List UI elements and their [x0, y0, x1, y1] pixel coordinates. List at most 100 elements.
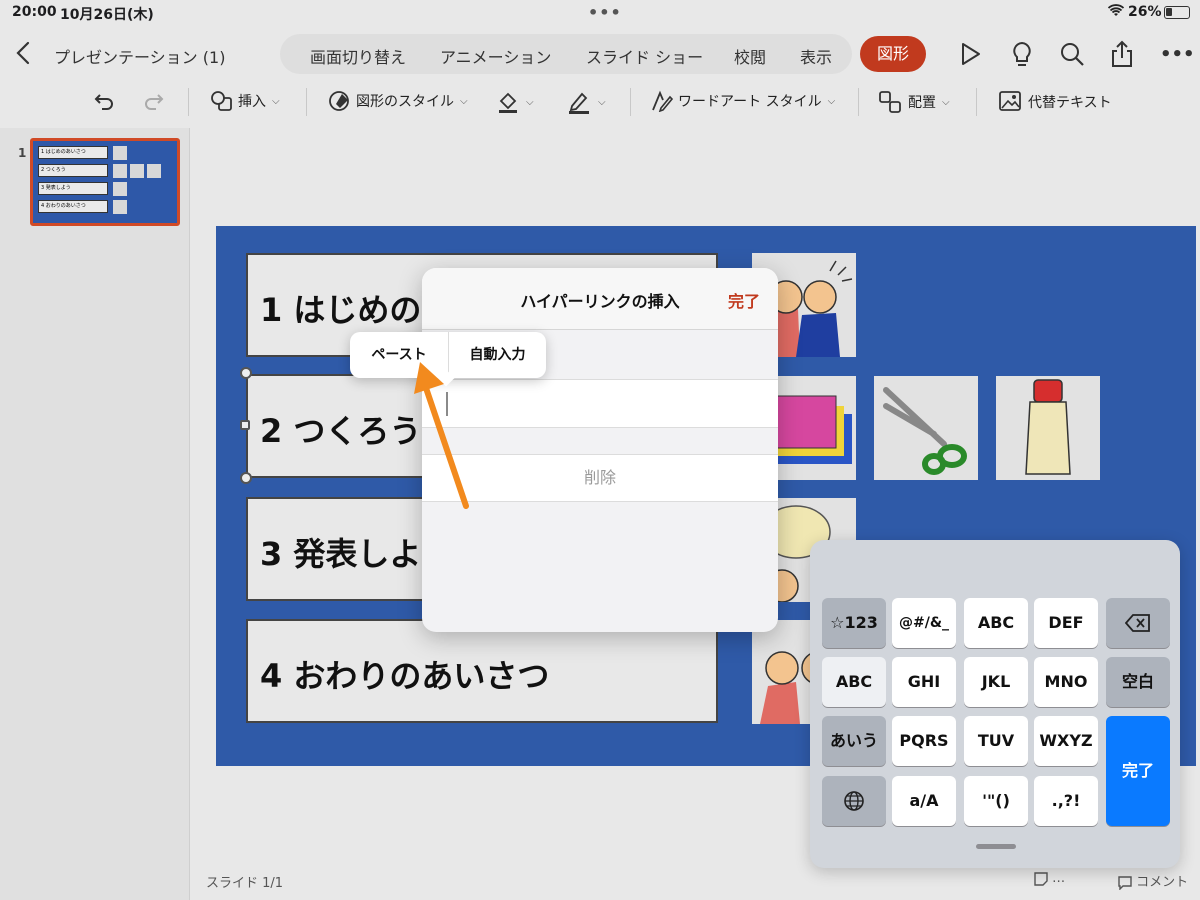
paint-bucket-icon	[499, 92, 517, 113]
wordart-icon	[652, 90, 674, 112]
key-jkl[interactable]: JKL	[964, 657, 1028, 707]
insert-label: 挿入	[238, 94, 266, 110]
key-kana-mode[interactable]: あいう	[822, 716, 886, 766]
thumb-item: 1 はじめのあいさつ	[38, 146, 108, 159]
agenda-item-text: 2 つくろう	[260, 412, 422, 450]
ribbon-separator	[188, 88, 189, 116]
slide-thumbnail[interactable]: 1 はじめのあいさつ 2 つくろう 3 発表しよう 4 おわりのあいさつ	[30, 138, 180, 226]
notes-icon	[1034, 871, 1048, 886]
shape-style-icon	[329, 91, 349, 111]
agenda-item-4[interactable]: 4 おわりのあいさつ	[246, 619, 718, 723]
key-backspace[interactable]	[1106, 598, 1170, 648]
battery-icon	[1164, 6, 1190, 19]
agenda-item-text: 1 はじめの	[260, 291, 422, 329]
arrange-label: 配置	[908, 95, 936, 111]
key-abc-mode[interactable]: ABC	[822, 657, 886, 707]
arrange-button[interactable]: 配置 ⌵	[878, 90, 950, 114]
tab-slideshow[interactable]: スライド ショー	[586, 44, 703, 68]
dialog-title: ハイパーリンクの挿入	[520, 292, 680, 311]
annotation-arrow-icon	[414, 362, 469, 509]
selection-handle[interactable]	[240, 420, 250, 430]
multitask-dots-icon[interactable]: •••	[588, 3, 622, 22]
document-title[interactable]: プレゼンテーション (1)	[54, 44, 225, 68]
search-icon[interactable]	[1058, 40, 1086, 68]
key-case[interactable]: a/A	[892, 776, 956, 826]
dialog-done-button[interactable]: 完了	[728, 288, 760, 312]
status-bar: 20:00 10月26日(木) ••• 26%	[0, 0, 1200, 26]
tab-view[interactable]: 表示	[800, 44, 832, 68]
key-abc-1[interactable]: ABC	[964, 598, 1028, 648]
notes-label: …	[1052, 871, 1066, 886]
status-time: 20:00	[12, 4, 57, 20]
play-icon[interactable]	[956, 40, 984, 68]
thumb-picture	[113, 200, 127, 214]
key-punctuation[interactable]: .,?!	[1034, 776, 1098, 826]
shape-style-label: 図形のスタイル	[356, 94, 454, 110]
selection-handle[interactable]	[240, 367, 252, 379]
shape-style-button[interactable]: 図形のスタイル ⌵	[328, 90, 468, 112]
key-globe[interactable]	[822, 776, 886, 826]
battery-percent: 26%	[1128, 4, 1162, 20]
more-icon[interactable]: •••	[1160, 44, 1195, 72]
line-button[interactable]: ⌵	[566, 90, 606, 114]
scissors-picture[interactable]	[874, 376, 978, 480]
ribbon-separator	[306, 88, 307, 116]
wordart-style-button[interactable]: ワードアート スタイル ⌵	[650, 90, 835, 112]
insert-shape-icon	[211, 91, 232, 111]
dialog-header: ハイパーリンクの挿入 完了	[422, 268, 778, 330]
slide-thumbnail-pane: 1 1 はじめのあいさつ 2 つくろう 3 発表しよう 4 おわりのあいさつ	[0, 128, 190, 900]
key-space[interactable]: 空白	[1106, 657, 1170, 707]
key-symbols[interactable]: ☆123	[822, 598, 886, 648]
tab-review[interactable]: 校閲	[734, 44, 766, 68]
slide-count: スライド 1/1	[206, 876, 284, 891]
wifi-icon	[1108, 4, 1124, 16]
glue-picture[interactable]	[996, 376, 1100, 480]
undo-icon[interactable]	[92, 90, 116, 114]
fill-button[interactable]: ⌵	[496, 90, 534, 114]
status-date: 10月26日(木)	[60, 7, 154, 23]
thumb-item: 4 おわりのあいさつ	[38, 200, 108, 213]
alt-text-label: 代替テキスト	[1028, 95, 1112, 111]
comment-label: コメント	[1136, 875, 1189, 890]
lightbulb-icon[interactable]	[1008, 40, 1036, 68]
key-def[interactable]: DEF	[1034, 598, 1098, 648]
agenda-item-text: 3 発表しよ	[260, 535, 422, 573]
alt-text-button[interactable]: 代替テキスト	[998, 90, 1112, 114]
pen-line-icon	[569, 92, 589, 114]
thumb-item: 3 発表しよう	[38, 182, 108, 195]
share-icon[interactable]	[1108, 40, 1136, 68]
redo-icon[interactable]	[142, 90, 166, 114]
comment-button[interactable]: コメント	[1118, 871, 1189, 891]
key-ghi[interactable]: GHI	[892, 657, 956, 707]
thumb-picture	[147, 164, 161, 178]
key-pqrs[interactable]: PQRS	[892, 716, 956, 766]
title-tab-row: プレゼンテーション (1) 画面切り替え アニメーション スライド ショー 校閲…	[0, 30, 1200, 78]
key-done[interactable]: 完了	[1106, 716, 1170, 826]
agenda-item-text: 4 おわりのあいさつ	[260, 657, 550, 695]
floating-keyboard: ☆123 @#/&_ ABC DEF ABC GHI JKL MNO 空白 あい…	[810, 540, 1180, 868]
backspace-icon	[1124, 614, 1150, 632]
key-quotes[interactable]: '"()	[964, 776, 1028, 826]
thumb-picture	[113, 146, 127, 160]
key-wxyz[interactable]: WXYZ	[1034, 716, 1098, 766]
ribbon-separator	[976, 88, 977, 116]
alt-text-icon	[999, 91, 1021, 111]
thumb-picture	[113, 182, 127, 196]
globe-icon	[844, 791, 864, 811]
selection-handle[interactable]	[240, 472, 252, 484]
ribbon-separator	[630, 88, 631, 116]
tab-transitions[interactable]: 画面切り替え	[310, 44, 406, 68]
notes-button[interactable]: …	[1034, 871, 1065, 886]
key-mno[interactable]: MNO	[1034, 657, 1098, 707]
keyboard-drag-handle[interactable]	[976, 844, 1016, 849]
tab-animations[interactable]: アニメーション	[440, 44, 551, 68]
key-tuv[interactable]: TUV	[964, 716, 1028, 766]
wordart-label: ワードアート スタイル	[678, 94, 822, 110]
insert-button[interactable]: 挿入 ⌵	[210, 90, 280, 112]
comment-icon	[1118, 875, 1132, 891]
back-chevron-icon[interactable]	[12, 40, 36, 66]
arrange-icon	[879, 91, 901, 113]
tab-shape[interactable]: 図形	[860, 36, 926, 72]
thumbnail-number: 1	[18, 146, 27, 160]
key-symbol-punct[interactable]: @#/&_	[892, 598, 956, 648]
